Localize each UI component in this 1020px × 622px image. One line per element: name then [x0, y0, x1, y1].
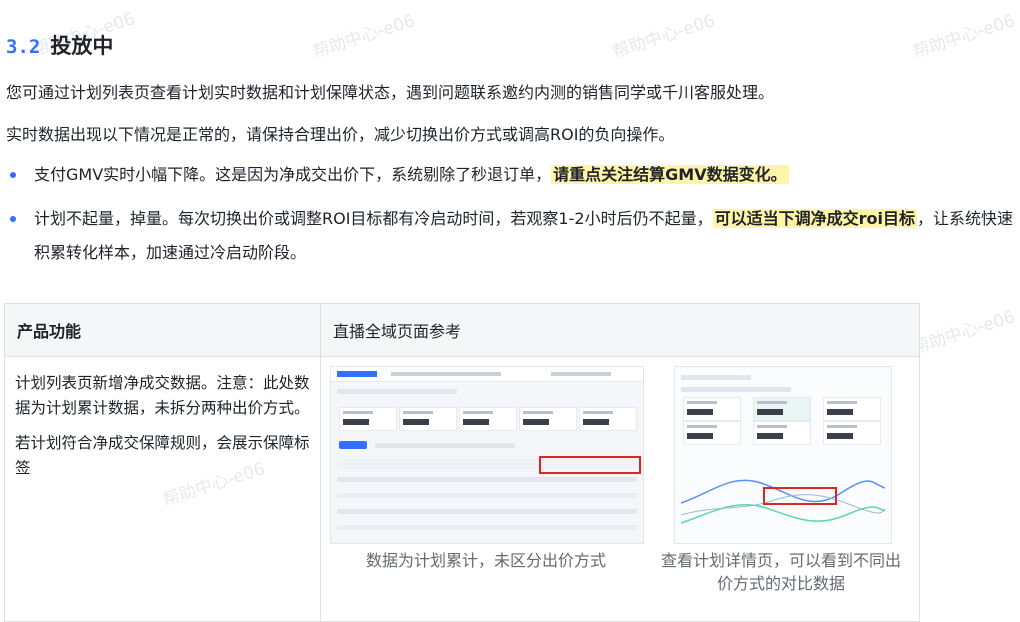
normal-note-paragraph: 实时数据出现以下情况是正常的，请保持合理出价，减少切换出价方式或调高ROI的负向… [6, 125, 675, 144]
screenshot-caption: 数据为计划累计，未区分出价方式 [365, 551, 606, 570]
table-header-row: 产品功能 直播全域页面参考 [4, 303, 920, 357]
table-cell: 数据为计划累计，未区分出价方式 查看计划详情页，可以看到不同出价方式的对比数据 [320, 356, 920, 622]
table-row: 计划列表页新增净成交数据。注意：此处数据为计划累计数据，未拆分两种出价方式。 若… [4, 356, 920, 622]
intro-paragraph: 您可通过计划列表页查看计划实时数据和计划保障状态，遇到问题联系邀约内测的销售同学… [6, 83, 775, 102]
watermark: 帮助中心-e06 [910, 306, 1018, 359]
plan-detail-screenshot [674, 366, 892, 544]
plan-list-screenshot [330, 366, 644, 544]
bullet-highlight: 可以适当下调净成交roi目标 [712, 209, 917, 228]
bullet-dot-icon [10, 216, 16, 222]
section-number: 3.2 [6, 36, 41, 58]
table-cell: 计划列表页新增净成交数据。注意：此处数据为计划累计数据，未拆分两种出价方式。 若… [4, 356, 321, 622]
table-header-cell: 产品功能 [4, 303, 321, 357]
feature-table: 产品功能 直播全域页面参考 计划列表页新增净成交数据。注意：此处数据为计划累计数… [4, 303, 920, 622]
watermark: 帮助中心-e06 [910, 10, 1018, 63]
section-title: 投放中 [50, 34, 114, 58]
screenshot-caption: 查看计划详情页，可以看到不同出价方式的对比数据 [661, 551, 902, 593]
section-heading: 3.2 投放中 [6, 30, 113, 60]
bullet-text: 支付GMV实时小幅下降。这是因为净成交出价下，系统剔除了秒退订单， [34, 165, 552, 184]
table-header-cell: 直播全域页面参考 [320, 303, 920, 357]
bullet-text: 计划不起量，掉量。每次切换出价或调整ROI目标都有冷启动时间，若观察1-2小时后… [34, 209, 713, 228]
bullet-item: 支付GMV实时小幅下降。这是因为净成交出价下，系统剔除了秒退订单， 请重点关注结算… [6, 158, 1016, 192]
watermark: 帮助中心-e06 [610, 10, 718, 63]
bullet-dot-icon [10, 172, 16, 178]
feature-guarantee-note: 若计划符合净成交保障规则，会展示保障标签 [15, 434, 310, 477]
bullet-highlight: 请重点关注结算GMV数据变化。 [551, 165, 789, 184]
header-product-feature: 产品功能 [17, 322, 82, 341]
header-page-reference: 直播全域页面参考 [333, 322, 462, 341]
watermark: 帮助中心-e06 [310, 10, 418, 63]
feature-description: 计划列表页新增净成交数据。注意：此处数据为计划累计数据，未拆分两种出价方式。 [15, 374, 310, 417]
bullet-item: 计划不起量，掉量。每次切换出价或调整ROI目标都有冷启动时间，若观察1-2小时后… [6, 202, 1016, 270]
